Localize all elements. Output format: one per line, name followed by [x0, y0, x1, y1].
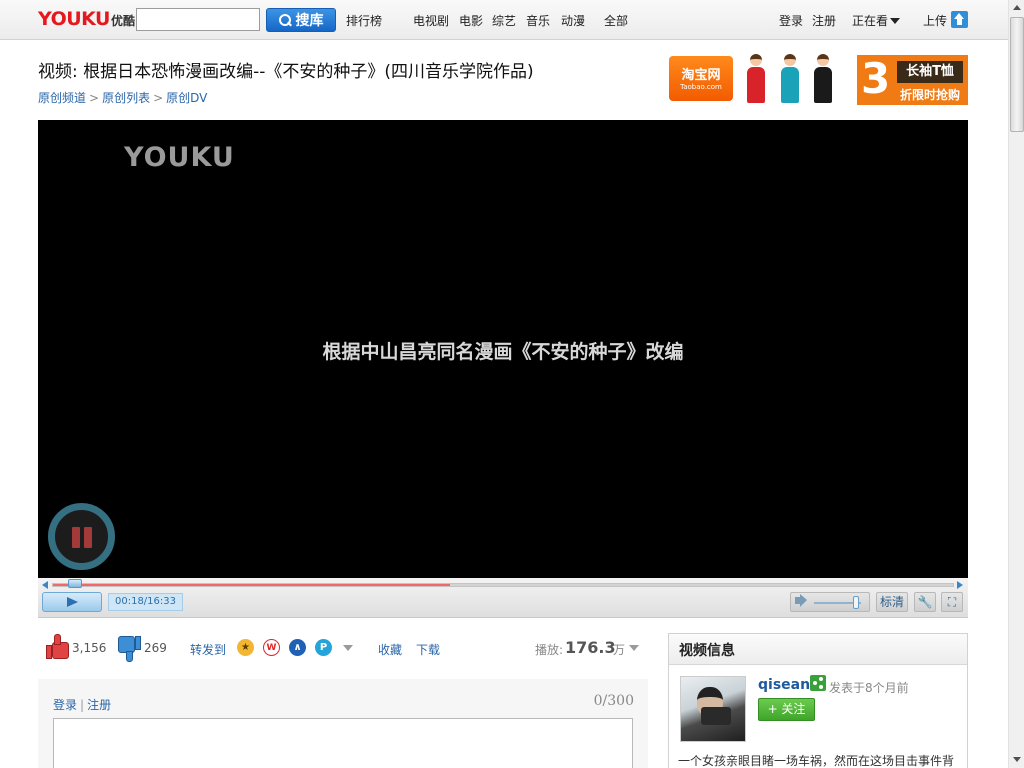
upload-icon[interactable]: [951, 11, 968, 28]
breadcrumb: 原创频道 > 原创列表 > 原创DV: [38, 89, 207, 106]
favorite-link[interactable]: 收藏: [378, 641, 402, 658]
sale-item: 长袖T恤: [897, 61, 963, 83]
video-player[interactable]: YOUKU 根据中山昌亮同名漫画《不安的种子》改编: [38, 120, 968, 578]
scroll-up-icon[interactable]: [1009, 0, 1024, 16]
nav-ranking[interactable]: 排行榜: [346, 12, 382, 29]
breadcrumb-separator: >: [89, 91, 100, 105]
ad-model-image[interactable]: [745, 54, 767, 104]
video-info-heading: 视频信息: [669, 634, 967, 665]
page-scrollbar[interactable]: [1008, 0, 1024, 768]
upload-link[interactable]: 上传: [923, 12, 947, 29]
scroll-down-icon[interactable]: [1009, 752, 1024, 768]
scrollbar-thumb[interactable]: [1010, 17, 1024, 132]
quality-button[interactable]: 标清: [876, 592, 908, 612]
seek-bar[interactable]: [52, 583, 954, 587]
dislike-count: 269: [144, 641, 167, 655]
search-button-label: 搜库: [295, 13, 324, 29]
breadcrumb-separator: >: [153, 91, 164, 105]
player-watermark: YOUKU: [124, 142, 235, 173]
plays-label: 播放:: [535, 643, 564, 657]
download-link[interactable]: 下载: [416, 641, 440, 658]
share-label[interactable]: 转发到: [190, 641, 226, 658]
video-subtitle: 根据中山昌亮同名漫画《不安的种子》改编: [322, 341, 684, 363]
top-bar: YOUKU 优酷 搜库 排行榜 电视剧 电影 综艺 音乐 动漫 全部 登录 注册…: [0, 0, 1008, 40]
plays-unit: 万: [613, 643, 626, 657]
watching-menu[interactable]: 正在看: [852, 12, 901, 29]
play-button[interactable]: [42, 592, 102, 612]
uploader-name[interactable]: qisean: [758, 677, 810, 693]
seek-forward-icon[interactable]: [957, 581, 963, 589]
page-title: 视频: 根据日本恐怖漫画改编--《不安的种子》(四川音乐学院作品): [38, 62, 534, 82]
like-icon[interactable]: [46, 634, 70, 660]
ad-model-image[interactable]: [812, 54, 834, 104]
nav-all[interactable]: 全部: [604, 12, 628, 29]
chevron-down-icon[interactable]: [343, 645, 353, 651]
dislike-icon[interactable]: [117, 636, 141, 662]
renren-icon[interactable]: ∧: [289, 639, 306, 656]
speaker-icon[interactable]: [795, 597, 801, 604]
comment-login-link[interactable]: 登录: [53, 698, 77, 712]
avatar[interactable]: [680, 676, 746, 742]
nav-music[interactable]: 音乐: [526, 12, 550, 29]
search-input[interactable]: [136, 8, 260, 31]
page: YOUKU 优酷 搜库 排行榜 电视剧 电影 综艺 音乐 动漫 全部 登录 注册…: [0, 0, 1024, 768]
plays-count: 176.3: [565, 638, 616, 657]
qzone-icon[interactable]: ★: [237, 639, 254, 656]
comment-input[interactable]: [53, 718, 633, 768]
breadcrumb-original-channel[interactable]: 原创频道: [38, 91, 86, 105]
sale-text: 折限时抢购: [899, 88, 960, 102]
ad-model-image[interactable]: [779, 54, 801, 104]
video-description: 一个女孩亲眼目睹一场车祸，然而在这场目击事件背: [678, 754, 955, 768]
breadcrumb-original-dv[interactable]: 原创DV: [166, 91, 207, 105]
taobao-ad-domain: Taobao.com: [680, 83, 722, 91]
breadcrumb-original-list[interactable]: 原创列表: [102, 91, 150, 105]
taobao-ad-name: 淘宝网: [681, 68, 721, 83]
chevron-down-icon[interactable]: [629, 645, 639, 651]
tshirt-sale-ad[interactable]: 3 长袖T恤 折限时抢购: [857, 55, 968, 105]
weibo-icon[interactable]: W: [263, 639, 280, 656]
comment-box: 登录 | 注册 0/300: [38, 679, 648, 768]
fullscreen-icon[interactable]: ⛶: [941, 592, 963, 612]
char-counter: 0/300: [593, 693, 634, 709]
volume-handle[interactable]: [853, 596, 859, 609]
logo-text: YOUKU: [38, 8, 110, 30]
time-display: 00:18/16:33: [108, 593, 183, 611]
player-controls: 00:18/16:33 标清 🔧 ⛶: [38, 578, 968, 618]
nav-movie[interactable]: 电影: [459, 12, 483, 29]
seek-back-icon[interactable]: [42, 581, 48, 589]
kaixin-icon[interactable]: P: [315, 639, 332, 656]
watching-label: 正在看: [852, 14, 889, 28]
logo-cn-text: 优酷: [110, 14, 135, 28]
volume-control[interactable]: [790, 592, 870, 612]
like-count: 3,156: [72, 641, 107, 655]
comment-register-link[interactable]: 注册: [87, 698, 111, 712]
video-info-panel: 视频信息 qisean 发表于8个月前 + 关注 一个女孩亲眼目睹一场车祸，然而…: [668, 633, 968, 768]
youku-logo[interactable]: YOUKU 优酷: [38, 8, 135, 30]
follow-button[interactable]: + 关注: [758, 698, 815, 721]
chevron-down-icon: [890, 18, 901, 24]
login-link[interactable]: 登录: [779, 12, 803, 29]
seek-handle[interactable]: [68, 579, 82, 588]
taobao-ad[interactable]: 淘宝网 Taobao.com: [669, 56, 733, 101]
wrench-icon[interactable]: 🔧: [914, 592, 936, 612]
register-link[interactable]: 注册: [812, 12, 836, 29]
pause-icon[interactable]: [48, 503, 115, 570]
posted-time: 发表于8个月前: [829, 681, 909, 695]
comment-login: 登录 | 注册: [53, 698, 112, 712]
seek-loaded: [53, 584, 450, 586]
search-icon: [278, 13, 292, 27]
nav-anime[interactable]: 动漫: [561, 12, 585, 29]
nav-tv[interactable]: 电视剧: [413, 12, 449, 29]
search-button[interactable]: 搜库: [266, 8, 336, 32]
share-icon[interactable]: [810, 675, 826, 691]
sale-number: 3: [861, 54, 891, 103]
nav-variety[interactable]: 综艺: [492, 12, 516, 29]
